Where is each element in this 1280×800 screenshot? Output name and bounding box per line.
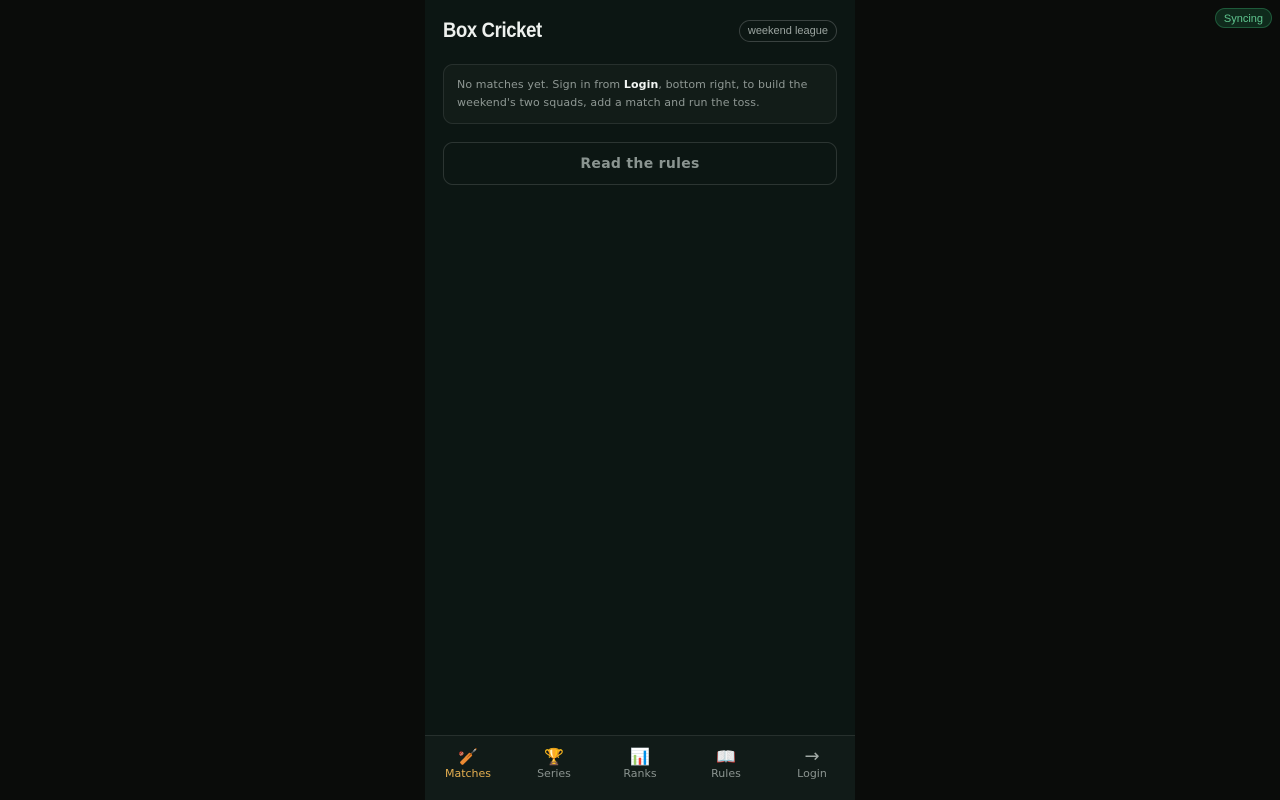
- nav-label-series: Series: [537, 767, 571, 780]
- nav-label-login: Login: [797, 767, 827, 780]
- header: Box Cricket weekend league: [443, 16, 837, 46]
- nav-item-series[interactable]: 🏆 Series: [511, 736, 597, 800]
- sync-status-badge: Syncing: [1214, 8, 1272, 28]
- trophy-icon: 🏆: [544, 747, 564, 766]
- open-book-icon: 📖: [716, 747, 736, 766]
- nav-item-matches[interactable]: 🏏 Matches: [425, 736, 511, 800]
- page-title: Box Cricket: [443, 19, 542, 42]
- league-tag: weekend league: [738, 20, 837, 42]
- bottom-nav: 🏏 Matches 🏆 Series 📊 Ranks 📖 Rules → Log…: [425, 735, 855, 800]
- nav-item-login[interactable]: → Login: [769, 736, 855, 800]
- nav-item-rules[interactable]: 📖 Rules: [683, 736, 769, 800]
- nav-label-matches: Matches: [444, 767, 492, 780]
- cricket-bat-icon: 🏏: [458, 747, 478, 766]
- bar-chart-icon: 📊: [630, 747, 650, 766]
- empty-matches-notice: No matches yet. Sign in from Login, bott…: [443, 64, 837, 124]
- app-container: Box Cricket weekend league No matches ye…: [425, 0, 855, 800]
- notice-login-word: Login: [623, 78, 659, 91]
- nav-label-ranks: Ranks: [623, 767, 657, 780]
- read-rules-button[interactable]: Read the rules: [443, 142, 837, 185]
- notice-text-before: No matches yet. Sign in from: [457, 78, 624, 91]
- nav-item-ranks[interactable]: 📊 Ranks: [597, 736, 683, 800]
- arrow-right-icon: →: [804, 746, 820, 767]
- nav-label-rules: Rules: [711, 767, 741, 780]
